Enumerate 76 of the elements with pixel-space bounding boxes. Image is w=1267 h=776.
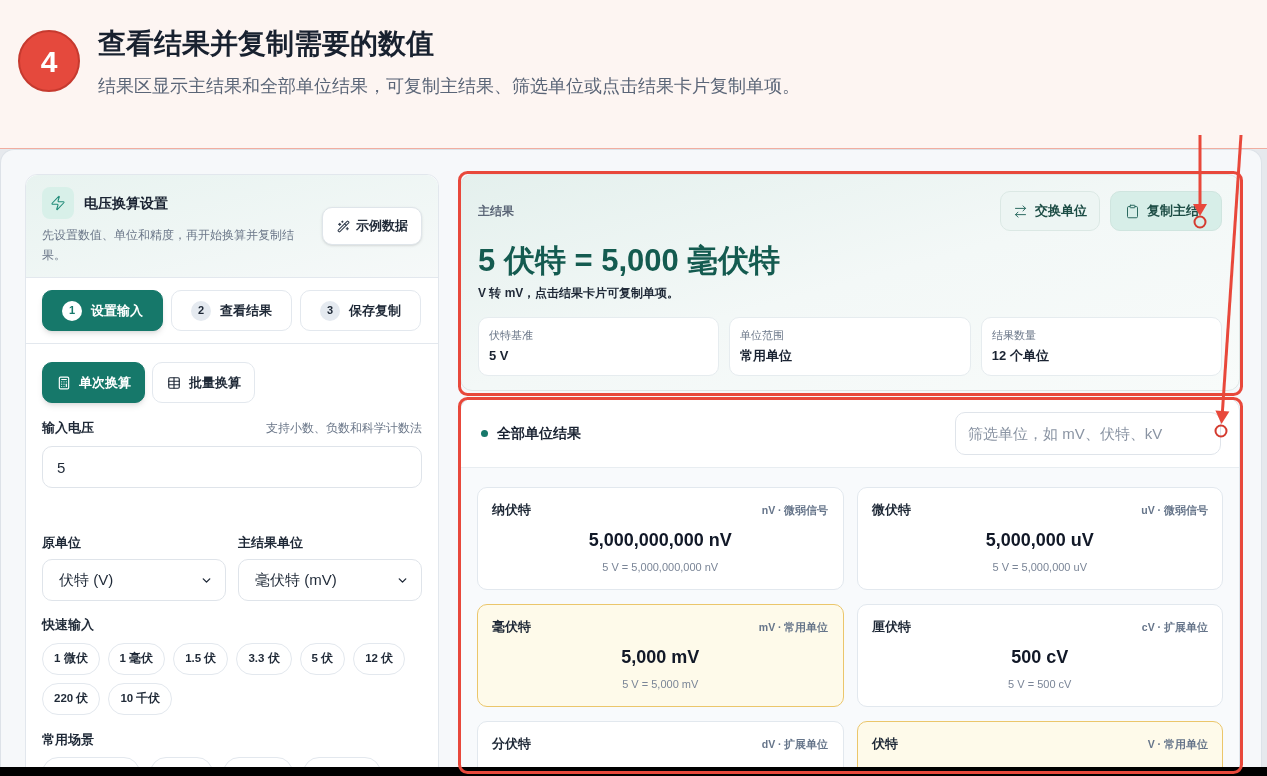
unit-tag: dV · 扩展单位 <box>761 734 829 754</box>
unit-formula: 5 V = 5,000 mV <box>622 677 699 692</box>
quick-value-chip[interactable]: 1 微伏 <box>42 643 100 675</box>
unit-name: 毫伏特 <box>492 618 531 636</box>
main-result-value: 5 伏特 = 5,000 毫伏特 <box>478 243 782 279</box>
unit-tag: nV · 微弱信号 <box>761 500 829 520</box>
sample-data-button[interactable]: 示例数据 <box>322 207 422 245</box>
settings-title: 电压换算设置 <box>84 193 168 213</box>
stat-label: 伏特基准 <box>489 328 534 343</box>
unit-value: 5,000 mV <box>621 646 700 669</box>
unit-result-card[interactable]: 分伏特 dV · 扩展单位 <box>477 721 844 767</box>
step-number: 3 <box>320 300 340 321</box>
unit-tag: cV · 扩展单位 <box>1141 617 1208 637</box>
select-label: 主结果单位 <box>238 534 304 552</box>
unit-formula: 5 V = 500 cV <box>1008 677 1072 692</box>
stat-label: 单位范围 <box>740 328 786 343</box>
unit-filter-input[interactable]: 筛选单位，如 mV、伏特、kV <box>955 411 1221 455</box>
unit-value: 500 cV <box>1011 646 1069 669</box>
unit-tag: V · 常用单位 <box>1147 734 1208 754</box>
stat-label: 结果数量 <box>991 328 1037 343</box>
quick-value-chip[interactable]: 5 伏 <box>299 643 346 675</box>
unit-select[interactable]: 伏特 (V) <box>42 559 226 601</box>
unit-result-card[interactable]: 纳伏特 nV · 微弱信号 5,000,000,000 nV 5 V = 5,000,000,000 nV <box>477 487 844 590</box>
unit-tag: mV · 常用单位 <box>758 617 829 637</box>
input-label: 输入电压 <box>42 419 94 437</box>
settings-description: 先设置数值、单位和精度，再开始换算并复制结果。 <box>42 227 295 264</box>
quick-input-label: 快速输入 <box>42 616 95 634</box>
guide-title: 查看结果并复制需要的数值 <box>98 27 435 61</box>
unit-select[interactable]: 毫伏特 (mV) <box>238 559 422 601</box>
quick-value-chip[interactable]: 3.3 伏 <box>236 643 292 675</box>
main-result-note: V 转 mV，点击结果卡片可复制单项。 <box>478 285 681 302</box>
copy-result-button[interactable]: 复制主结 <box>1110 191 1222 231</box>
clipboard-icon <box>1125 203 1140 219</box>
table-icon <box>166 375 181 390</box>
step-tab[interactable]: 1 设置输入 <box>42 290 163 331</box>
scenes-label: 常用场景 <box>42 731 95 749</box>
quick-value-chip[interactable]: 220 伏 <box>42 683 101 715</box>
unit-result-card[interactable]: 微伏特 uV · 微弱信号 5,000,000 uV 5 V = 5,000,000 uV <box>856 487 1223 590</box>
unit-result-card[interactable]: 毫伏特 mV · 常用单位 5,000 mV 5 V = 5,000 mV <box>477 604 844 707</box>
magic-wand-icon <box>336 219 350 233</box>
lightning-icon <box>42 187 74 219</box>
step-number: 2 <box>191 300 211 321</box>
unit-tag: uV · 微弱信号 <box>1141 500 1208 520</box>
unit-formula: 5 V = 5,000,000 uV <box>992 560 1087 575</box>
swap-arrows-icon <box>1013 203 1028 219</box>
quick-value-chip[interactable]: 10 千伏 <box>108 683 173 715</box>
unit-result-card[interactable]: 伏特 V · 常用单位 <box>856 721 1223 767</box>
select-label: 原单位 <box>42 534 82 552</box>
unit-name: 厘伏特 <box>871 618 911 636</box>
main-result-label: 主结果 <box>478 203 514 219</box>
guide-description: 结果区显示主结果和全部单位结果，可复制主结果、筛选单位或点击结果卡片复制单项。 <box>98 75 800 97</box>
quick-value-chip[interactable]: 1.5 伏 <box>173 643 229 675</box>
swap-units-button[interactable]: 交换单位 <box>1000 191 1100 231</box>
mode-tab[interactable]: 批量换算 <box>152 362 255 403</box>
unit-value: 5,000,000 uV <box>985 529 1094 552</box>
unit-result-card[interactable]: 厘伏特 cV · 扩展单位 500 cV 5 V = 500 cV <box>856 604 1223 707</box>
unit-name: 微伏特 <box>871 501 911 519</box>
unit-value: 5,000,000,000 nV <box>588 529 732 552</box>
stat-value: 12 个单位 <box>991 348 1050 364</box>
unit-formula: 5 V = 5,000,000,000 nV <box>602 560 719 575</box>
mode-tab[interactable]: 单次换算 <box>42 362 145 403</box>
voltage-input[interactable]: 5 <box>42 446 422 488</box>
unit-name: 分伏特 <box>492 735 531 753</box>
all-results-title: 全部单位结果 <box>497 423 581 443</box>
step-tab[interactable]: 3 保存复制 <box>300 290 421 331</box>
step-tab[interactable]: 2 查看结果 <box>171 290 292 331</box>
quick-value-chip[interactable]: 1 毫伏 <box>107 643 166 675</box>
unit-name: 纳伏特 <box>492 501 531 519</box>
quick-value-chip[interactable]: 12 伏 <box>353 643 406 675</box>
stat-value: 常用单位 <box>740 348 794 364</box>
unit-name: 伏特 <box>871 735 898 753</box>
step-badge: 4 <box>18 30 80 92</box>
step-number: 1 <box>62 300 82 321</box>
input-hint: 支持小数、负数和科学计数法 <box>266 421 422 436</box>
calculator-icon <box>56 375 71 390</box>
stat-value: 5 V <box>489 348 510 364</box>
